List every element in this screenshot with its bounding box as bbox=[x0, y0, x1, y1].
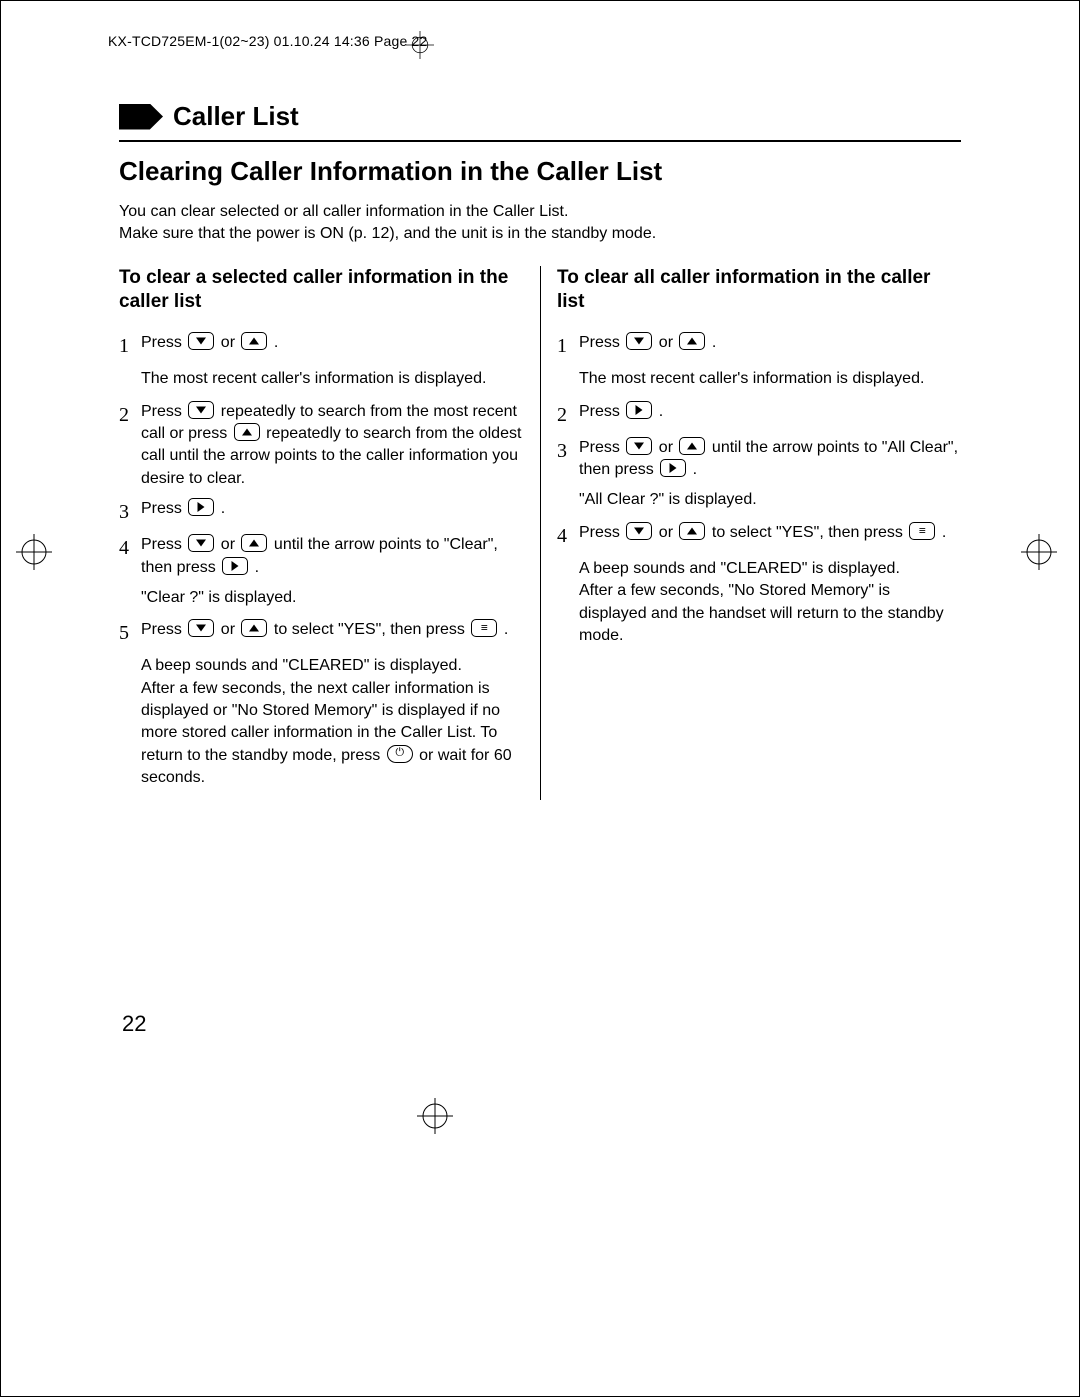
text: or bbox=[221, 621, 240, 638]
section-header: Caller List bbox=[119, 101, 961, 132]
text: or bbox=[659, 334, 678, 351]
right-arrow-icon bbox=[188, 498, 214, 516]
arrow-bullet-icon bbox=[119, 104, 163, 130]
text: . bbox=[274, 334, 278, 351]
down-arrow-icon bbox=[626, 522, 652, 540]
step-number: 2 bbox=[119, 401, 133, 491]
text: to select "YES", then press bbox=[712, 524, 907, 541]
down-arrow-icon bbox=[188, 619, 214, 637]
right-step-1: 1 Press or . bbox=[557, 332, 961, 360]
registration-mark-right bbox=[1021, 534, 1057, 570]
divider bbox=[119, 140, 961, 142]
left-column: To clear a selected caller information i… bbox=[119, 266, 540, 799]
step-number: 4 bbox=[557, 522, 571, 550]
text: . bbox=[504, 621, 508, 638]
down-arrow-icon bbox=[188, 401, 214, 419]
text: Press bbox=[141, 621, 186, 638]
text: Press bbox=[141, 334, 186, 351]
step-number: 2 bbox=[557, 401, 571, 429]
up-arrow-icon bbox=[241, 534, 267, 552]
intro-line-1: You can clear selected or all caller inf… bbox=[119, 203, 568, 220]
print-slug: KX-TCD725EM-1(02~23) 01.10.24 14:36 Page… bbox=[108, 33, 428, 49]
right-arrow-icon bbox=[222, 557, 248, 575]
text: Press bbox=[579, 334, 624, 351]
text: or bbox=[221, 334, 240, 351]
page: KX-TCD725EM-1(02~23) 01.10.24 14:36 Page… bbox=[0, 0, 1080, 1397]
right-column: To clear all caller information in the c… bbox=[540, 266, 961, 799]
intro-line-2: Make sure that the power is ON (p. 12), … bbox=[119, 225, 656, 242]
menu-icon bbox=[909, 522, 935, 540]
left-subheading: To clear a selected caller information i… bbox=[119, 266, 524, 314]
left-step-4: 4 Press or until the arrow points to "Cl… bbox=[119, 534, 524, 579]
step-number: 1 bbox=[119, 332, 133, 360]
content-area: Caller List Clearing Caller Information … bbox=[119, 101, 961, 800]
down-arrow-icon bbox=[626, 437, 652, 455]
page-number: 22 bbox=[122, 1011, 146, 1037]
text: Press bbox=[579, 439, 624, 456]
text: or bbox=[659, 439, 678, 456]
text: Press bbox=[579, 524, 624, 541]
up-arrow-icon bbox=[679, 522, 705, 540]
page-heading: Clearing Caller Information in the Calle… bbox=[119, 156, 961, 187]
up-arrow-icon bbox=[679, 332, 705, 350]
right-arrow-icon bbox=[660, 459, 686, 477]
down-arrow-icon bbox=[188, 534, 214, 552]
left-step-2: 2 Press repeatedly to search from the mo… bbox=[119, 401, 524, 491]
step-number: 5 bbox=[119, 619, 133, 647]
right-arrow-icon bbox=[626, 401, 652, 419]
left-note-1: The most recent caller's information is … bbox=[141, 368, 524, 390]
text: . bbox=[221, 500, 225, 517]
text: . bbox=[712, 334, 716, 351]
up-arrow-icon bbox=[241, 332, 267, 350]
text: or bbox=[659, 524, 678, 541]
right-subheading: To clear all caller information in the c… bbox=[557, 266, 961, 314]
step-number: 4 bbox=[119, 534, 133, 579]
right-step-2: 2 Press . bbox=[557, 401, 961, 429]
menu-icon bbox=[471, 619, 497, 637]
step-number: 3 bbox=[557, 437, 571, 482]
registration-mark-top bbox=[406, 31, 434, 59]
text: . bbox=[693, 461, 697, 478]
left-step-1: 1 Press or . bbox=[119, 332, 524, 360]
down-arrow-icon bbox=[188, 332, 214, 350]
two-column-layout: To clear a selected caller information i… bbox=[119, 266, 961, 799]
text: Press bbox=[141, 403, 186, 420]
text: or bbox=[221, 536, 240, 553]
step-number: 3 bbox=[119, 498, 133, 526]
right-step-3: 3 Press or until the arrow points to "Al… bbox=[557, 437, 961, 482]
text: Press bbox=[141, 500, 186, 517]
text: Press bbox=[141, 536, 186, 553]
right-note-1: The most recent caller's information is … bbox=[579, 368, 961, 390]
power-icon bbox=[387, 745, 413, 763]
text: Press bbox=[579, 403, 624, 420]
text: . bbox=[255, 559, 259, 576]
section-title: Caller List bbox=[173, 101, 299, 132]
right-note-3: "All Clear ?" is displayed. bbox=[579, 489, 961, 511]
right-note-4: A beep sounds and "CLEARED" is displayed… bbox=[579, 558, 961, 648]
step-number: 1 bbox=[557, 332, 571, 360]
down-arrow-icon bbox=[626, 332, 652, 350]
text: to select "YES", then press bbox=[274, 621, 469, 638]
left-note-5: A beep sounds and "CLEARED" is displayed… bbox=[141, 655, 524, 789]
text: . bbox=[942, 524, 946, 541]
registration-mark-left bbox=[16, 534, 52, 570]
left-step-3: 3 Press . bbox=[119, 498, 524, 526]
text: . bbox=[659, 403, 663, 420]
registration-mark-bottom bbox=[417, 1098, 453, 1134]
left-note-4: "Clear ?" is displayed. bbox=[141, 587, 524, 609]
up-arrow-icon bbox=[679, 437, 705, 455]
right-step-4: 4 Press or to select "YES", then press . bbox=[557, 522, 961, 550]
left-step-5: 5 Press or to select "YES", then press . bbox=[119, 619, 524, 647]
up-arrow-icon bbox=[241, 619, 267, 637]
up-arrow-icon bbox=[234, 423, 260, 441]
intro-text: You can clear selected or all caller inf… bbox=[119, 201, 961, 244]
